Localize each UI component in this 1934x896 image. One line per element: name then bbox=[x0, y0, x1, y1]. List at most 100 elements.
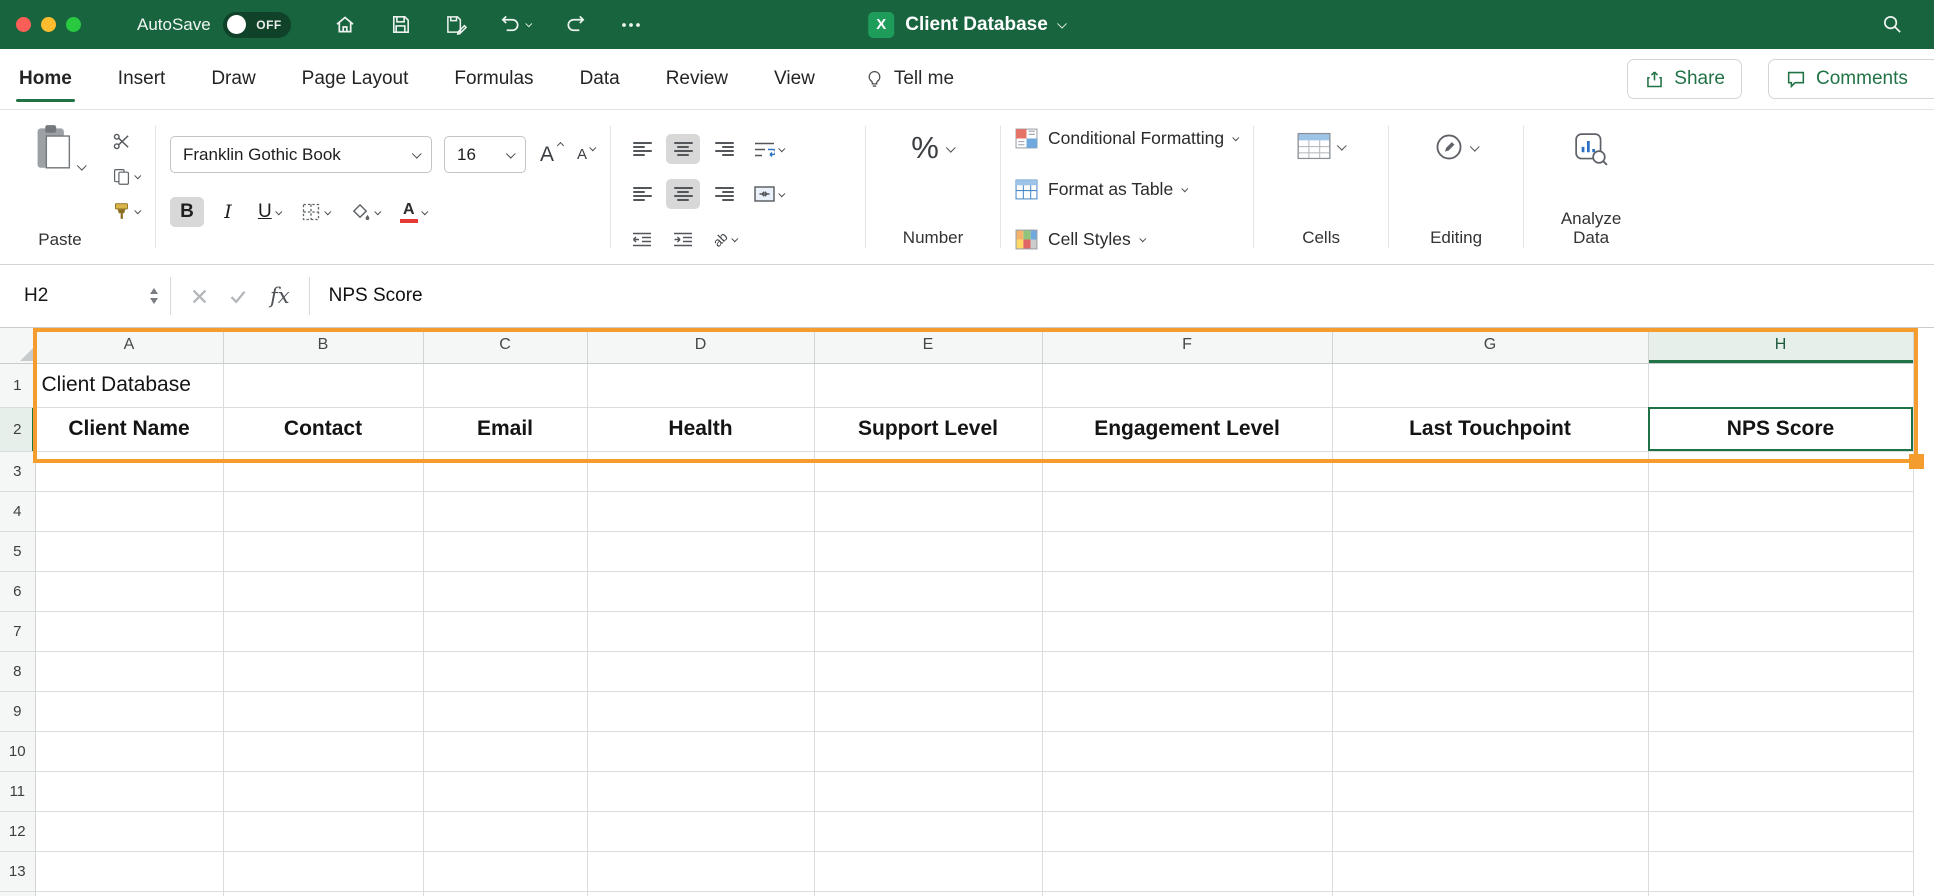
cell[interactable] bbox=[814, 691, 1042, 731]
cell[interactable] bbox=[1648, 531, 1913, 571]
tab-formulas[interactable]: Formulas bbox=[453, 64, 534, 94]
cell[interactable] bbox=[1042, 571, 1332, 611]
cell[interactable] bbox=[1042, 651, 1332, 691]
cell[interactable] bbox=[223, 611, 423, 651]
close-window-button[interactable] bbox=[16, 17, 31, 32]
format-as-table-button[interactable]: Format as Table bbox=[1015, 179, 1239, 200]
cell[interactable] bbox=[814, 651, 1042, 691]
tab-view[interactable]: View bbox=[773, 64, 816, 94]
cell[interactable] bbox=[35, 491, 223, 531]
cell[interactable] bbox=[1042, 891, 1332, 896]
column-header-c[interactable]: C bbox=[423, 328, 587, 363]
cell-g2[interactable]: Last Touchpoint bbox=[1332, 407, 1648, 451]
bold-button[interactable]: B bbox=[170, 197, 204, 227]
cell[interactable] bbox=[814, 531, 1042, 571]
cell[interactable] bbox=[587, 531, 814, 571]
name-box[interactable]: H2 bbox=[0, 265, 170, 327]
cell[interactable] bbox=[1648, 851, 1913, 891]
column-header-a[interactable]: A bbox=[35, 328, 223, 363]
row-header-8[interactable]: 8 bbox=[0, 651, 35, 691]
decrease-font-size-button[interactable]: A bbox=[577, 146, 596, 163]
cell[interactable] bbox=[1332, 851, 1648, 891]
row-header-3[interactable]: 3 bbox=[0, 451, 35, 491]
cancel-entry-icon[interactable] bbox=[190, 287, 209, 306]
decrease-indent-button[interactable] bbox=[625, 224, 659, 254]
cell[interactable] bbox=[1648, 571, 1913, 611]
cell[interactable] bbox=[35, 571, 223, 611]
tab-data[interactable]: Data bbox=[579, 64, 621, 94]
cell[interactable] bbox=[1332, 531, 1648, 571]
cell[interactable] bbox=[1332, 491, 1648, 531]
cell[interactable] bbox=[587, 651, 814, 691]
cell[interactable] bbox=[587, 851, 814, 891]
cell[interactable] bbox=[223, 363, 423, 407]
cell[interactable] bbox=[814, 891, 1042, 896]
cell[interactable] bbox=[1332, 611, 1648, 651]
font-name-select[interactable]: Franklin Gothic Book bbox=[170, 136, 432, 173]
cell[interactable] bbox=[423, 731, 587, 771]
minimize-window-button[interactable] bbox=[41, 17, 56, 32]
analyze-data-button[interactable] bbox=[1574, 132, 1608, 166]
select-all-corner[interactable] bbox=[0, 328, 35, 363]
home-icon[interactable] bbox=[333, 13, 357, 37]
cut-button[interactable] bbox=[112, 130, 141, 152]
tab-draw[interactable]: Draw bbox=[210, 64, 256, 94]
cell[interactable] bbox=[423, 363, 587, 407]
cell[interactable] bbox=[1648, 771, 1913, 811]
cell[interactable] bbox=[1332, 691, 1648, 731]
cell[interactable] bbox=[814, 851, 1042, 891]
cell[interactable] bbox=[814, 771, 1042, 811]
cell-c2[interactable]: Email bbox=[423, 407, 587, 451]
borders-button[interactable] bbox=[295, 197, 337, 227]
row-header-6[interactable]: 6 bbox=[0, 571, 35, 611]
cell[interactable] bbox=[587, 491, 814, 531]
annotation-resize-handle[interactable] bbox=[1909, 454, 1924, 469]
document-title-chevron-icon[interactable] bbox=[1057, 19, 1067, 29]
column-header-f[interactable]: F bbox=[1042, 328, 1332, 363]
cell[interactable] bbox=[35, 811, 223, 851]
cell[interactable] bbox=[423, 811, 587, 851]
cell[interactable] bbox=[814, 363, 1042, 407]
tab-home[interactable]: Home bbox=[18, 64, 73, 94]
cell[interactable] bbox=[1042, 731, 1332, 771]
cell[interactable] bbox=[814, 571, 1042, 611]
cell[interactable] bbox=[1042, 363, 1332, 407]
cell[interactable] bbox=[1648, 811, 1913, 851]
row-header-11[interactable]: 11 bbox=[0, 771, 35, 811]
format-painter-button[interactable] bbox=[112, 200, 141, 222]
underline-button[interactable]: U bbox=[252, 197, 288, 227]
formula-input[interactable]: NPS Score bbox=[329, 285, 423, 307]
column-header-h[interactable]: H bbox=[1648, 328, 1913, 363]
cell[interactable] bbox=[814, 451, 1042, 491]
save-as-icon[interactable] bbox=[444, 13, 469, 36]
cell[interactable] bbox=[1648, 451, 1913, 491]
cell[interactable] bbox=[587, 771, 814, 811]
row-header-4[interactable]: 4 bbox=[0, 491, 35, 531]
align-middle-button[interactable] bbox=[666, 134, 700, 164]
cell[interactable] bbox=[587, 451, 814, 491]
autosave-toggle[interactable]: OFF bbox=[223, 12, 291, 38]
cell[interactable] bbox=[587, 571, 814, 611]
cell[interactable] bbox=[1648, 731, 1913, 771]
fill-color-button[interactable] bbox=[344, 197, 387, 227]
cell[interactable] bbox=[1332, 451, 1648, 491]
cells-button[interactable] bbox=[1297, 132, 1346, 160]
save-icon[interactable] bbox=[389, 13, 412, 36]
cell[interactable] bbox=[35, 691, 223, 731]
cell[interactable] bbox=[587, 611, 814, 651]
undo-dropdown-chevron-icon[interactable] bbox=[527, 22, 532, 27]
conditional-formatting-button[interactable]: Conditional Formatting bbox=[1015, 128, 1239, 149]
redo-icon[interactable] bbox=[564, 13, 587, 36]
share-button[interactable]: Share bbox=[1627, 59, 1742, 99]
cell[interactable] bbox=[1042, 851, 1332, 891]
tab-insert[interactable]: Insert bbox=[117, 64, 167, 94]
cell[interactable] bbox=[1648, 611, 1913, 651]
row-header-2[interactable]: 2 bbox=[0, 407, 35, 451]
text-orientation-button[interactable]: ab bbox=[707, 224, 743, 254]
tell-me-button[interactable]: Tell me bbox=[864, 68, 954, 90]
cell[interactable] bbox=[423, 691, 587, 731]
cell-d2[interactable]: Health bbox=[587, 407, 814, 451]
cell[interactable] bbox=[814, 491, 1042, 531]
cell[interactable] bbox=[1648, 651, 1913, 691]
cell[interactable] bbox=[223, 771, 423, 811]
